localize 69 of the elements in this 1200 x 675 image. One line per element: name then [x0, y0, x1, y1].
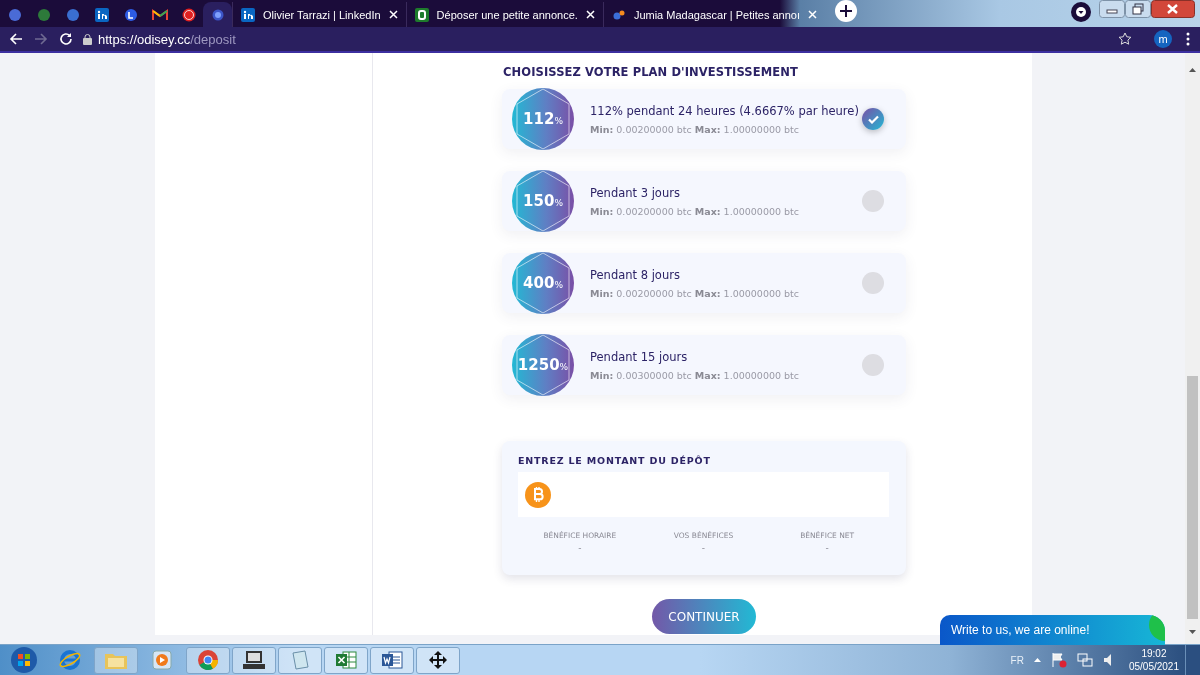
- plan-radio[interactable]: [862, 354, 884, 376]
- move-icon[interactable]: [429, 651, 447, 669]
- plan-title: Pendant 8 jours: [590, 267, 681, 282]
- section-heading: CHOISISSEZ VOTRE PLAN D'INVESTISSEMENT: [503, 65, 799, 79]
- browser-e-icon[interactable]: [59, 649, 81, 671]
- plan-limits: Min: 0.00200000 btc Max: 1.00000000 btc: [590, 287, 800, 299]
- extension-icon[interactable]: [1071, 1, 1091, 22]
- show-desktop-button[interactable]: [1185, 645, 1200, 675]
- star-icon[interactable]: [1118, 32, 1132, 46]
- amount-field[interactable]: [518, 472, 889, 517]
- new-tab-icon[interactable]: [835, 0, 857, 22]
- plan-radio[interactable]: [862, 190, 884, 212]
- menu-icon[interactable]: [1186, 32, 1190, 46]
- address-field[interactable]: https://odisey.cc/deposit: [98, 31, 236, 47]
- plan-radio[interactable]: [862, 108, 884, 130]
- plan-card[interactable]: 150% Pendant 3 jours Min: 0.00200000 btc Max: 1.00000000 btc: [502, 171, 906, 231]
- restore-icon[interactable]: [1125, 0, 1151, 18]
- plan-radio[interactable]: [862, 272, 884, 294]
- plan-title: 112% pendant 24 heures (4.6667% par heure): [590, 103, 860, 118]
- rate-badge: 1250%: [512, 334, 574, 396]
- bitcoin-icon: [525, 481, 551, 508]
- flag-alert-icon[interactable]: [1050, 652, 1067, 668]
- plan-title: Pendant 3 jours: [590, 185, 681, 200]
- ring-icon: [181, 7, 196, 22]
- plan-card[interactable]: 1250% Pendant 15 jours Min: 0.00300000 btc Max: 1.00000000 btc: [502, 335, 906, 395]
- plan-card[interactable]: 112% 112% pendant 24 heures (4.6667% par heure) Min: 0.00200000 btc Max: 1.00000000 btc: [502, 89, 906, 149]
- chrome-icon[interactable]: [197, 649, 219, 671]
- profile-avatar[interactable]: m: [1154, 30, 1172, 48]
- scroll-up-icon[interactable]: [1189, 68, 1196, 72]
- linkedin-icon: [94, 7, 109, 22]
- clock[interactable]: 19:02 05/05/2021: [1128, 647, 1179, 673]
- play-icon[interactable]: [152, 650, 172, 670]
- laptop-icon[interactable]: [242, 650, 266, 670]
- globe-icon: [210, 7, 225, 22]
- stat-value: -: [578, 543, 582, 553]
- back-icon[interactable]: [9, 32, 23, 46]
- plan-limits: Min: 0.00200000 btc Max: 1.00000000 btc: [590, 205, 800, 217]
- reload-icon[interactable]: [59, 32, 73, 46]
- square-logo-icon: [414, 7, 429, 22]
- plan-limits: Min: 0.00300000 btc Max: 1.00000000 btc: [590, 369, 800, 381]
- scrollbar-thumb[interactable]: [1187, 376, 1198, 619]
- globe-icon: [65, 7, 80, 22]
- browser-tab[interactable]: [203, 2, 232, 27]
- close-icon[interactable]: [1151, 0, 1195, 18]
- stat-value: -: [825, 543, 829, 553]
- field-label: ENTREZ LE MONTANT DU DÉPÔT: [518, 455, 712, 466]
- rate-badge: 112%: [512, 88, 574, 150]
- up-arrow-icon[interactable]: [1033, 658, 1041, 662]
- rate-badge: 400%: [512, 252, 574, 314]
- start-icon[interactable]: [10, 646, 38, 674]
- lock-icon: [83, 33, 92, 45]
- forward-icon[interactable]: [34, 32, 48, 46]
- rate-badge: 150%: [512, 170, 574, 232]
- plan-card[interactable]: 400% Pendant 8 jours Min: 0.00200000 btc Max: 1.00000000 btc: [502, 253, 906, 313]
- globe-icon: [7, 7, 22, 22]
- speaker-icon[interactable]: [1102, 653, 1113, 667]
- linkedin-icon: [241, 7, 255, 22]
- chat-widget[interactable]: Write to us, we are online!: [940, 615, 1165, 645]
- spreadsheet-icon[interactable]: [335, 649, 357, 671]
- scroll-down-icon[interactable]: [1189, 630, 1196, 634]
- plan-title: Pendant 15 jours: [590, 349, 689, 364]
- stat-value: -: [701, 543, 706, 553]
- check-icon: [867, 114, 879, 124]
- globe-icon: [36, 7, 51, 22]
- mail-icon: [151, 8, 168, 21]
- document-icon[interactable]: [381, 649, 403, 671]
- plan-limits: Min: 0.00200000 btc Max: 1.00000000 btc: [590, 123, 800, 135]
- continue-button[interactable]: CONTINUER: [652, 599, 756, 634]
- network-icon[interactable]: [1076, 652, 1093, 668]
